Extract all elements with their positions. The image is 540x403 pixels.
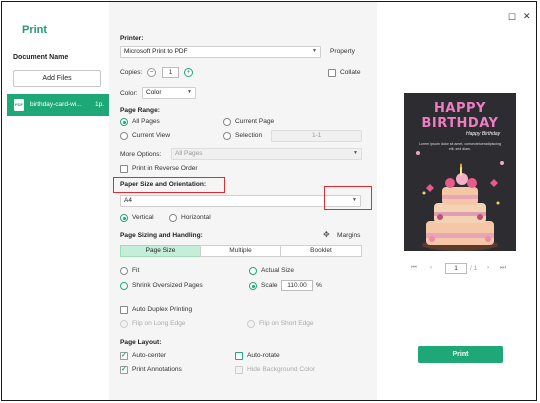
actual-size-radio[interactable] [249,267,257,275]
document-page-count: 1p. [95,101,105,108]
page-number-input[interactable]: 1 [445,263,467,274]
card-title-line1: HAPPY [434,101,486,116]
print-button[interactable]: Print [418,346,503,363]
document-file-name: birthday-card-wi... [30,101,82,108]
maximize-icon[interactable]: ☐ [508,12,516,23]
copies-increment-button[interactable]: + [184,68,193,77]
printer-select[interactable]: Microsoft Print to PDF ▼ [120,46,321,58]
all-pages-label: All Pages [132,118,160,125]
auto-center-checkbox[interactable] [120,351,128,360]
horizontal-orientation-radio[interactable] [169,214,177,222]
auto-duplex-checkbox[interactable] [120,306,128,314]
actual-size-label: Actual Size [261,267,294,274]
first-page-icon[interactable]: ⏮ [411,264,417,272]
tab-multiple[interactable]: Multiple [200,245,281,257]
flip-long-edge-radio[interactable] [120,320,128,328]
fit-radio[interactable] [120,267,128,275]
all-pages-radio[interactable] [120,118,128,126]
page-total: / 1 [470,265,478,272]
preview-panel: ☐ ✕ HAPPY BIRTHDAY Happy Birthday Lorem … [377,2,536,400]
card-script-text: Happy Birthday [466,131,501,137]
current-view-label: Current View [132,132,170,139]
scale-radio[interactable] [249,282,257,290]
current-page-label: Current Page [235,118,275,125]
printer-select-value: Microsoft Print to PDF [124,48,188,55]
card-body-text: Lorem ipsum dolor sit amet, consectetuer… [419,142,501,151]
flip-short-edge-radio[interactable] [247,320,255,328]
last-page-icon[interactable]: ⏭ [500,264,506,272]
flip-long-edge-label: Flip on Long Edge [132,320,186,327]
scale-unit: % [316,282,322,289]
paper-size-heading: Paper Size and Orientation: [120,181,207,188]
auto-rotate-label: Auto-rotate [247,352,280,359]
collate-label: Collate [340,69,361,76]
printer-label: Printer: [120,35,144,42]
selection-range-value: 1-1 [312,132,322,139]
dialog-title: Print [22,24,48,36]
margins-icon[interactable]: ✥ [323,231,333,241]
chevron-down-icon: ▼ [312,48,317,54]
chevron-down-icon: ▼ [187,89,192,95]
print-annotations-checkbox[interactable] [120,365,128,374]
hide-background-label: Hide Background Color [247,366,316,373]
scale-input[interactable]: 110.00 [281,280,313,291]
color-label: Color: [120,90,138,97]
next-page-icon[interactable]: › [487,264,489,271]
document-panel: Print Document Name Add Files PDF birthd… [2,2,109,400]
fit-label: Fit [132,267,140,274]
selection-label: Selection [235,132,263,139]
vertical-orientation-radio[interactable] [120,214,128,222]
collate-checkbox[interactable] [328,69,336,77]
shrink-oversized-label: Shrink Oversized Pages [132,282,203,289]
current-page-radio[interactable] [223,118,231,126]
current-view-radio[interactable] [120,132,128,140]
document-name-heading: Document Name [13,54,69,61]
reverse-order-checkbox[interactable] [120,165,128,173]
margins-link[interactable]: Margins [337,232,360,239]
color-select-value: Color [146,89,162,96]
page-sizing-heading: Page Sizing and Handling: [120,232,203,239]
scale-label: Scale [261,282,278,289]
horizontal-label: Horizontal [181,214,211,221]
flip-short-edge-label: Flip on Short Edge [259,320,314,327]
previous-page-icon[interactable]: ‹ [430,264,432,271]
print-dialog: Print Document Name Add Files PDF birthd… [1,1,537,401]
color-select[interactable]: Color ▼ [142,87,196,99]
document-list-item[interactable]: PDF birthday-card-wi... 1p. [7,94,109,116]
page-layout-heading: Page Layout: [120,339,162,346]
page-range-heading: Page Range: [120,107,160,114]
selection-radio[interactable] [223,132,231,140]
copies-label: Copies: [120,69,143,76]
print-settings-panel: Printer: Microsoft Print to PDF ▼ Proper… [109,2,377,400]
tab-page-size[interactable]: Page Size [120,245,201,257]
more-options-label: More Options: [120,151,162,158]
tab-booklet[interactable]: Booklet [280,245,362,257]
auto-rotate-checkbox[interactable] [235,352,243,360]
paper-size-value: A4 [124,197,132,204]
add-files-button[interactable]: Add Files [13,70,101,87]
reverse-order-label: Print in Reverse Order [132,165,198,172]
auto-center-label: Auto-center [132,352,167,359]
close-icon[interactable]: ✕ [523,11,531,22]
shrink-oversized-radio[interactable] [120,282,128,290]
more-options-select[interactable]: All Pages ▼ [171,148,362,160]
selection-range-input[interactable]: 1-1 [271,130,362,142]
paper-size-dropdown-highlight-box [324,186,372,210]
more-options-value: All Pages [175,150,203,157]
property-link[interactable]: Property [330,48,355,55]
copies-decrement-button[interactable]: − [147,68,156,77]
pdf-file-icon: PDF [14,99,24,111]
chevron-down-icon: ▼ [353,150,358,156]
vertical-label: Vertical [132,214,154,221]
page-preview: HAPPY BIRTHDAY Happy Birthday Lorem ipsu… [404,93,516,251]
hide-background-checkbox[interactable] [235,366,243,374]
card-title-line2: BIRTHDAY [421,116,499,131]
print-annotations-label: Print Annotations [132,366,182,373]
auto-duplex-label: Auto Duplex Printing [132,306,193,313]
copies-input[interactable]: 1 [162,67,179,78]
